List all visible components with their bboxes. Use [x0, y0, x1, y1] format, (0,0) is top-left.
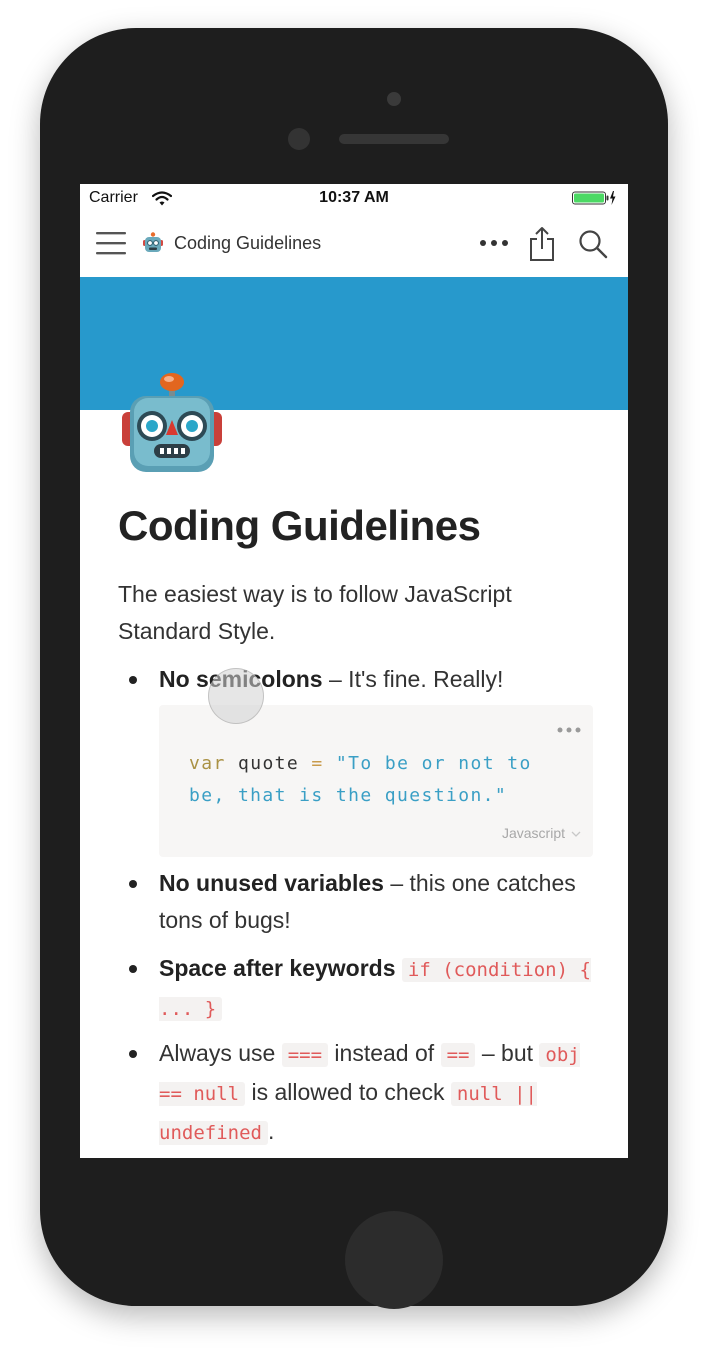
bullet-text: Always use	[159, 1040, 282, 1066]
page-title[interactable]: Coding Guidelines	[118, 502, 618, 550]
menu-icon[interactable]	[96, 230, 126, 256]
code-identifier: quote	[237, 753, 300, 774]
bullet-dot	[129, 676, 137, 684]
bullet-text: .	[267, 1118, 275, 1144]
bullet-bold: No unused variables	[159, 870, 384, 896]
bullet-text: is allowed to check	[245, 1079, 451, 1105]
home-button[interactable]	[345, 1211, 443, 1309]
proximity-sensor	[387, 92, 401, 106]
inline-code: ==	[440, 1043, 476, 1067]
code-keyword: var	[189, 753, 226, 774]
bullet-dot	[129, 965, 137, 973]
bullet-bold: Space after keywords	[159, 955, 396, 981]
code-string: "To be or not to	[335, 753, 532, 774]
code-operator: =	[311, 753, 324, 774]
code-line-1: var quote = "To be or not to	[189, 753, 532, 774]
code-block[interactable]: var quote = "To be or not to be, that is…	[159, 705, 593, 857]
bullet-text: – It's fine. Really!	[322, 666, 504, 692]
robot-icon[interactable]	[116, 364, 228, 476]
clock: 10:37 AM	[319, 189, 389, 206]
nav-title: Coding Guidelines	[174, 233, 322, 253]
more-icon[interactable]	[479, 239, 509, 247]
touch-indicator	[208, 668, 264, 724]
battery-icon	[572, 191, 616, 205]
bullet-text: – but	[475, 1040, 540, 1066]
bullet-text: instead of	[328, 1040, 441, 1066]
bullet-dot	[129, 880, 137, 888]
language-selector[interactable]: Javascript	[502, 825, 565, 841]
search-icon[interactable]	[578, 229, 608, 259]
share-icon[interactable]	[528, 226, 556, 262]
chevron-down-icon[interactable]	[571, 830, 581, 838]
earpiece-speaker	[339, 134, 449, 144]
nav-bar: Coding Guidelines	[80, 212, 628, 276]
intro-paragraph[interactable]: The easiest way is to follow JavaScript …	[118, 576, 598, 650]
front-camera	[288, 128, 310, 150]
robot-icon	[143, 232, 163, 252]
list-item[interactable]: No unused variables – this one catches t…	[159, 865, 599, 939]
list-item[interactable]: Always use === instead of == – but obj =…	[159, 1035, 599, 1152]
status-bar: Carrier 10:37 AM	[80, 184, 628, 212]
more-icon[interactable]	[557, 727, 581, 733]
code-line-2: be, that is the question."	[189, 785, 507, 806]
code-string: be, that is the question."	[189, 785, 508, 806]
bullet-dot	[129, 1050, 137, 1058]
list-item[interactable]: Space after keywords if (condition) { ..…	[159, 950, 599, 1028]
inline-code: ===	[281, 1043, 329, 1067]
app-screen: Carrier 10:37 AM Coding Guidelines Codin…	[80, 184, 628, 1158]
